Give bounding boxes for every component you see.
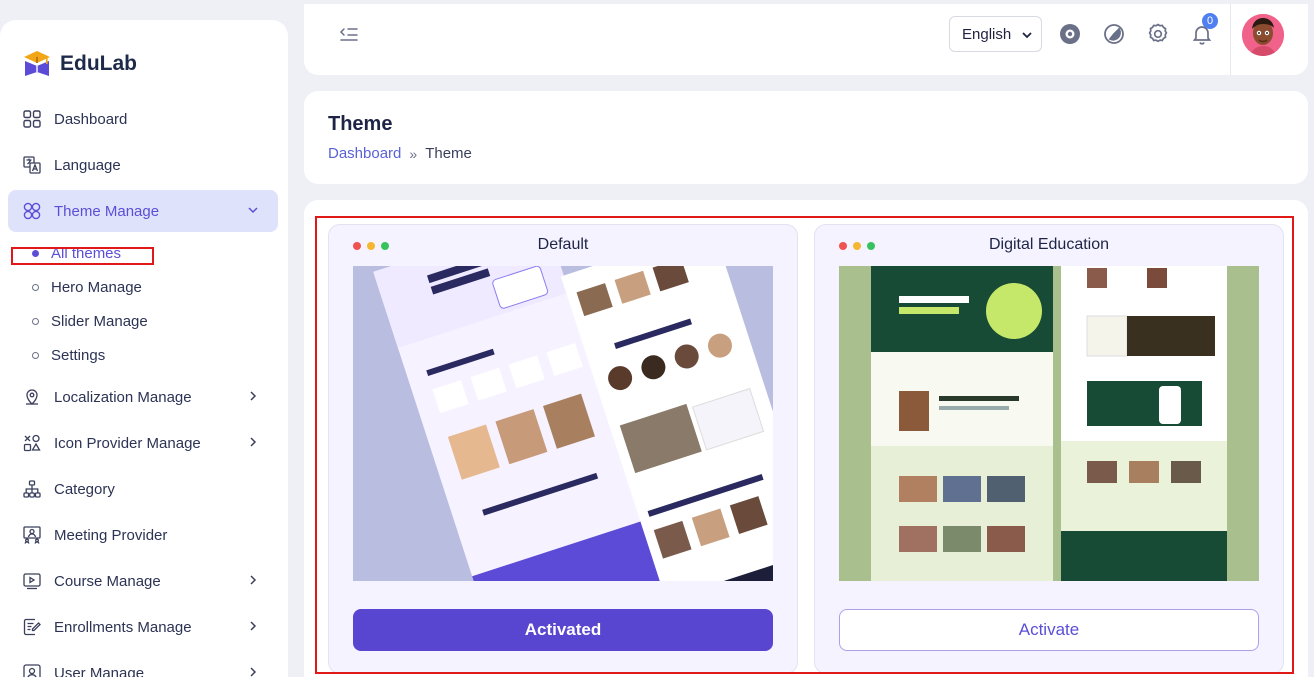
- user-icon: [22, 663, 42, 677]
- chevron-down-icon: [1022, 32, 1032, 39]
- shapes-icon: [22, 433, 42, 453]
- sidebar-item-icon-provider-manage[interactable]: Icon Provider Manage: [8, 422, 278, 464]
- sidebar-item-label: Enrollments Manage: [54, 618, 192, 636]
- chevron-right-icon: [250, 437, 257, 447]
- language-select[interactable]: English: [949, 16, 1042, 52]
- sidebar-item-label: Dashboard: [54, 110, 128, 128]
- topbar: English 0: [304, 4, 1308, 75]
- theme-toggle-icon[interactable]: [1102, 22, 1126, 46]
- avatar[interactable]: [1242, 14, 1284, 56]
- sidebar-item-label: Language: [54, 156, 121, 174]
- sidebar-item-user-manage[interactable]: User Manage: [8, 652, 278, 677]
- sidebar-item-label: User Manage: [54, 664, 145, 677]
- chevron-down-icon: [248, 207, 258, 214]
- sidebar-nav: Dashboard Language Theme Manage All them…: [8, 98, 278, 677]
- sidebar-item-course-manage[interactable]: Course Manage: [8, 560, 278, 602]
- breadcrumb: Dashboard » Theme: [328, 145, 472, 162]
- submenu-item-label: Slider Manage: [51, 312, 148, 330]
- submenu-item-label: Hero Manage: [51, 278, 142, 296]
- sidebar-item-meeting-provider[interactable]: Meeting Provider: [8, 514, 278, 556]
- meeting-icon: [22, 525, 42, 545]
- brand-name: EduLab: [60, 52, 137, 75]
- sidebar-item-label: Icon Provider Manage: [54, 434, 201, 452]
- submenu-item-settings[interactable]: Settings: [8, 338, 278, 372]
- sidebar-item-label: Category: [54, 480, 115, 498]
- sidebar-item-dashboard[interactable]: Dashboard: [8, 98, 278, 140]
- chevron-right-icon: [250, 667, 257, 677]
- chevron-right-icon: [250, 621, 257, 631]
- bullet-icon: [32, 283, 39, 291]
- chevron-right-icon: [250, 391, 257, 401]
- sidebar-item-label: Theme Manage: [54, 202, 160, 220]
- notification-badge: 0: [1202, 13, 1218, 29]
- submenu-item-label: Settings: [51, 346, 106, 364]
- page-title: Theme: [328, 113, 393, 135]
- sidebar-item-category[interactable]: Category: [8, 468, 278, 510]
- brand[interactable]: EduLab: [22, 44, 137, 84]
- breadcrumb-current: Theme: [425, 145, 472, 162]
- language-select-value: English: [962, 25, 1012, 43]
- theme-icon: [22, 201, 42, 221]
- translate-icon: [22, 155, 42, 175]
- bullet-icon: [32, 351, 39, 359]
- highlight-box-themes: [315, 216, 1294, 674]
- sidebar-item-label: Localization Manage: [54, 388, 192, 406]
- topbar-divider: [1230, 4, 1231, 75]
- sidebar-item-label: Course Manage: [54, 572, 161, 590]
- sidebar-item-label: Meeting Provider: [54, 526, 168, 544]
- sidebar-item-language[interactable]: Language: [8, 144, 278, 186]
- breadcrumb-separator: »: [409, 145, 418, 162]
- sidebar-item-enrollments-manage[interactable]: Enrollments Manage: [8, 606, 278, 648]
- sidebar-item-theme-manage[interactable]: Theme Manage: [8, 190, 278, 232]
- eye-icon[interactable]: [1058, 22, 1082, 46]
- sidebar-item-localization-manage[interactable]: Localization Manage: [8, 376, 278, 418]
- highlight-box-all-themes: [11, 247, 154, 265]
- bullet-icon: [32, 317, 39, 325]
- breadcrumb-home-link[interactable]: Dashboard: [328, 145, 401, 162]
- user-avatar-icon: [1242, 14, 1284, 56]
- play-icon: [22, 571, 42, 591]
- gear-icon[interactable]: [1146, 22, 1170, 46]
- sitemap-icon: [22, 479, 42, 499]
- edulab-logo-icon: [24, 51, 50, 76]
- page-header: Theme Dashboard » Theme: [304, 91, 1308, 184]
- grid-icon: [22, 109, 42, 129]
- submenu-item-hero-manage[interactable]: Hero Manage: [8, 270, 278, 304]
- submenu-item-slider-manage[interactable]: Slider Manage: [8, 304, 278, 338]
- edit-note-icon: [22, 617, 42, 637]
- sidebar: EduLab Dashboard Language Theme Manage A: [0, 20, 288, 677]
- sidebar-collapse-icon[interactable]: [338, 24, 360, 44]
- map-pin-icon: [22, 387, 42, 407]
- chevron-right-icon: [250, 575, 257, 585]
